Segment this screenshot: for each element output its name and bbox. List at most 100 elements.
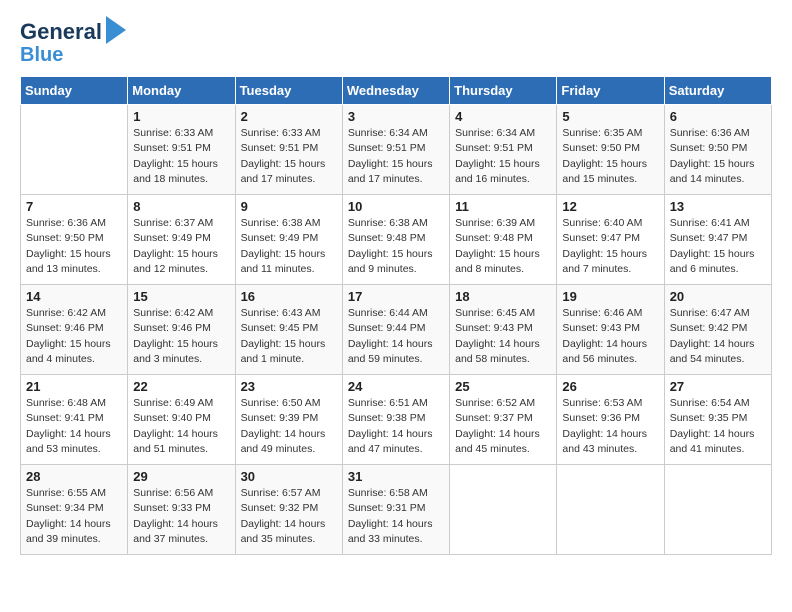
page-header: General Blue [20,20,772,66]
day-content: Sunrise: 6:47 AM Sunset: 9:42 PM Dayligh… [670,306,766,367]
logo: General Blue [20,20,126,66]
calendar-cell: 6 Sunrise: 6:36 AM Sunset: 9:50 PM Daylig… [664,105,771,195]
header-thursday: Thursday [450,77,557,105]
day-content: Sunrise: 6:51 AM Sunset: 9:38 PM Dayligh… [348,396,444,457]
calendar-cell: 30 Sunrise: 6:57 AM Sunset: 9:32 PM Dayli… [235,465,342,555]
day-number: 3 [348,109,444,124]
day-content: Sunrise: 6:34 AM Sunset: 9:51 PM Dayligh… [455,126,551,187]
day-content: Sunrise: 6:41 AM Sunset: 9:47 PM Dayligh… [670,216,766,277]
day-number: 15 [133,289,229,304]
header-sunday: Sunday [21,77,128,105]
calendar-cell: 15 Sunrise: 6:42 AM Sunset: 9:46 PM Dayli… [128,285,235,375]
day-content: Sunrise: 6:33 AM Sunset: 9:51 PM Dayligh… [133,126,229,187]
day-content: Sunrise: 6:43 AM Sunset: 9:45 PM Dayligh… [241,306,337,367]
calendar-cell: 23Sunrise: 6:50 AM Sunset: 9:39 PM Dayli… [235,375,342,465]
day-number: 17 [348,289,444,304]
header-saturday: Saturday [664,77,771,105]
calendar-table: SundayMondayTuesdayWednesdayThursdayFrid… [20,76,772,555]
calendar-week-5: 28 Sunrise: 6:55 AM Sunset: 9:34 PM Dayli… [21,465,772,555]
day-content: Sunrise: 6:48 AM Sunset: 9:41 PM Dayligh… [26,396,122,457]
day-number: 2 [241,109,337,124]
day-content: Sunrise: 6:37 AM Sunset: 9:49 PM Dayligh… [133,216,229,277]
day-content: Sunrise: 6:55 AM Sunset: 9:34 PM Dayligh… [26,486,122,547]
day-number: 10 [348,199,444,214]
day-number: 25 [455,379,551,394]
day-number: 22 [133,379,229,394]
day-number: 9 [241,199,337,214]
day-content: Sunrise: 6:42 AM Sunset: 9:46 PM Dayligh… [133,306,229,367]
day-content: Sunrise: 6:42 AM Sunset: 9:46 PM Dayligh… [26,306,122,367]
day-content: Sunrise: 6:39 AM Sunset: 9:48 PM Dayligh… [455,216,551,277]
day-number: 19 [562,289,658,304]
day-number: 13 [670,199,766,214]
day-number: 28 [26,469,122,484]
calendar-cell: 19 Sunrise: 6:46 AM Sunset: 9:43 PM Dayli… [557,285,664,375]
day-number: 8 [133,199,229,214]
calendar-cell: 8 Sunrise: 6:37 AM Sunset: 9:49 PM Daylig… [128,195,235,285]
logo-text: General [20,20,102,44]
calendar-cell: 18Sunrise: 6:45 AM Sunset: 9:43 PM Dayli… [450,285,557,375]
calendar-cell: 12 Sunrise: 6:40 AM Sunset: 9:47 PM Dayli… [557,195,664,285]
calendar-cell: 1 Sunrise: 6:33 AM Sunset: 9:51 PM Daylig… [128,105,235,195]
calendar-cell [664,465,771,555]
day-number: 18 [455,289,551,304]
calendar-cell: 5 Sunrise: 6:35 AM Sunset: 9:50 PM Daylig… [557,105,664,195]
logo-arrow-icon [106,16,126,44]
calendar-cell: 3 Sunrise: 6:34 AM Sunset: 9:51 PM Daylig… [342,105,449,195]
calendar-cell: 27 Sunrise: 6:54 AM Sunset: 9:35 PM Dayli… [664,375,771,465]
calendar-cell: 11 Sunrise: 6:39 AM Sunset: 9:48 PM Dayli… [450,195,557,285]
calendar-cell: 14Sunrise: 6:42 AM Sunset: 9:46 PM Dayli… [21,285,128,375]
day-content: Sunrise: 6:35 AM Sunset: 9:50 PM Dayligh… [562,126,658,187]
day-content: Sunrise: 6:46 AM Sunset: 9:43 PM Dayligh… [562,306,658,367]
day-content: Sunrise: 6:52 AM Sunset: 9:37 PM Dayligh… [455,396,551,457]
day-number: 5 [562,109,658,124]
day-content: Sunrise: 6:34 AM Sunset: 9:51 PM Dayligh… [348,126,444,187]
calendar-week-1: 1 Sunrise: 6:33 AM Sunset: 9:51 PM Daylig… [21,105,772,195]
calendar-cell: 10 Sunrise: 6:38 AM Sunset: 9:48 PM Dayli… [342,195,449,285]
calendar-cell: 22 Sunrise: 6:49 AM Sunset: 9:40 PM Dayli… [128,375,235,465]
day-number: 21 [26,379,122,394]
calendar-cell: 13 Sunrise: 6:41 AM Sunset: 9:47 PM Dayli… [664,195,771,285]
day-number: 26 [562,379,658,394]
day-content: Sunrise: 6:58 AM Sunset: 9:31 PM Dayligh… [348,486,444,547]
calendar-cell: 31 Sunrise: 6:58 AM Sunset: 9:31 PM Dayli… [342,465,449,555]
day-content: Sunrise: 6:38 AM Sunset: 9:48 PM Dayligh… [348,216,444,277]
day-number: 20 [670,289,766,304]
calendar-cell: 24 Sunrise: 6:51 AM Sunset: 9:38 PM Dayli… [342,375,449,465]
day-content: Sunrise: 6:36 AM Sunset: 9:50 PM Dayligh… [670,126,766,187]
calendar-cell [21,105,128,195]
header-wednesday: Wednesday [342,77,449,105]
day-number: 4 [455,109,551,124]
calendar-cell: 28 Sunrise: 6:55 AM Sunset: 9:34 PM Dayli… [21,465,128,555]
calendar-cell: 16 Sunrise: 6:43 AM Sunset: 9:45 PM Dayli… [235,285,342,375]
calendar-cell: 9 Sunrise: 6:38 AM Sunset: 9:49 PM Daylig… [235,195,342,285]
calendar-cell: 4 Sunrise: 6:34 AM Sunset: 9:51 PM Daylig… [450,105,557,195]
calendar-week-2: 7Sunrise: 6:36 AM Sunset: 9:50 PM Daylig… [21,195,772,285]
header-monday: Monday [128,77,235,105]
logo-blue: Blue [20,44,126,66]
day-content: Sunrise: 6:38 AM Sunset: 9:49 PM Dayligh… [241,216,337,277]
day-content: Sunrise: 6:56 AM Sunset: 9:33 PM Dayligh… [133,486,229,547]
day-number: 27 [670,379,766,394]
day-content: Sunrise: 6:49 AM Sunset: 9:40 PM Dayligh… [133,396,229,457]
day-number: 12 [562,199,658,214]
day-number: 1 [133,109,229,124]
day-number: 11 [455,199,551,214]
day-content: Sunrise: 6:53 AM Sunset: 9:36 PM Dayligh… [562,396,658,457]
calendar-cell [557,465,664,555]
day-content: Sunrise: 6:40 AM Sunset: 9:47 PM Dayligh… [562,216,658,277]
calendar-cell: 7Sunrise: 6:36 AM Sunset: 9:50 PM Daylig… [21,195,128,285]
day-number: 31 [348,469,444,484]
calendar-cell: 20 Sunrise: 6:47 AM Sunset: 9:42 PM Dayli… [664,285,771,375]
day-number: 6 [670,109,766,124]
day-content: Sunrise: 6:57 AM Sunset: 9:32 PM Dayligh… [241,486,337,547]
calendar-week-3: 14Sunrise: 6:42 AM Sunset: 9:46 PM Dayli… [21,285,772,375]
day-content: Sunrise: 6:33 AM Sunset: 9:51 PM Dayligh… [241,126,337,187]
day-number: 24 [348,379,444,394]
calendar-cell: 26 Sunrise: 6:53 AM Sunset: 9:36 PM Dayli… [557,375,664,465]
day-content: Sunrise: 6:54 AM Sunset: 9:35 PM Dayligh… [670,396,766,457]
day-number: 30 [241,469,337,484]
day-content: Sunrise: 6:50 AM Sunset: 9:39 PM Dayligh… [241,396,337,457]
day-number: 16 [241,289,337,304]
calendar-header-row: SundayMondayTuesdayWednesdayThursdayFrid… [21,77,772,105]
